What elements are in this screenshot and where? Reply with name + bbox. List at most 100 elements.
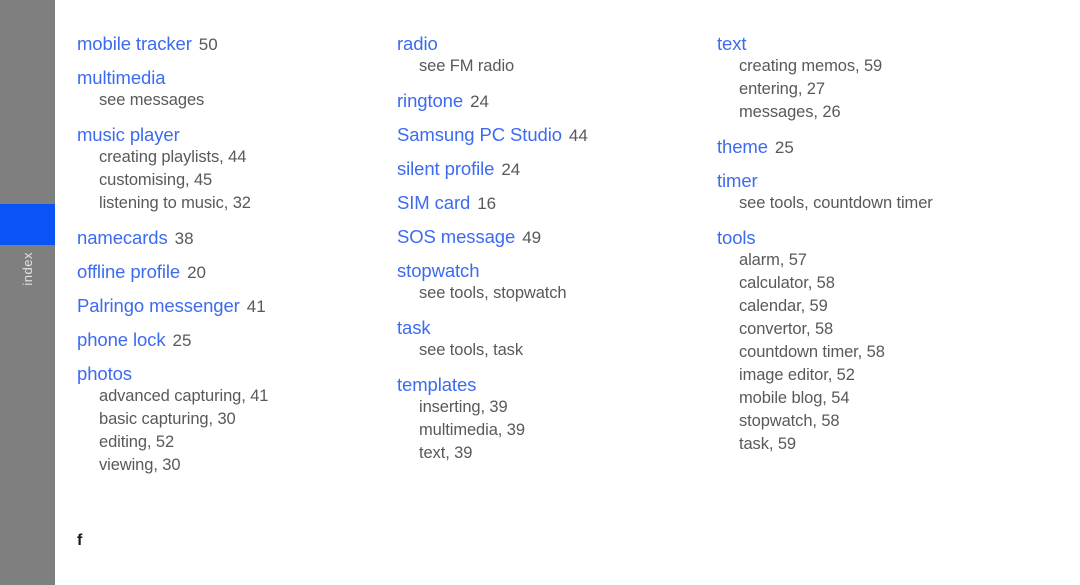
index-term[interactable]: templates <box>397 374 476 395</box>
index-term[interactable]: task <box>397 317 431 338</box>
index-term-page-number[interactable]: 38 <box>175 229 194 248</box>
index-term[interactable]: SOS message <box>397 226 515 247</box>
index-term[interactable]: tools <box>717 227 756 248</box>
index-subentry[interactable]: see tools, countdown timer <box>717 192 1037 215</box>
index-term[interactable]: radio <box>397 33 438 54</box>
index-entry-heading[interactable]: namecards 38 <box>77 226 397 249</box>
index-term[interactable]: ringtone <box>397 90 463 111</box>
index-term[interactable]: phone lock <box>77 329 166 350</box>
index-term[interactable]: timer <box>717 170 758 191</box>
index-subentry[interactable]: see tools, stopwatch <box>397 282 717 305</box>
index-column: mobile tracker 50 multimedia see messages mu… <box>77 32 397 488</box>
index-entry: mobile tracker 50 <box>77 32 397 55</box>
index-subentry[interactable]: see FM radio <box>397 55 717 78</box>
index-term[interactable]: theme <box>717 136 768 157</box>
index-subentry[interactable]: customising, 45 <box>77 169 397 192</box>
index-subentry[interactable]: see messages <box>77 89 397 112</box>
index-term[interactable]: mobile tracker <box>77 33 192 54</box>
index-term-page-number[interactable]: 25 <box>775 138 794 157</box>
index-entry-heading[interactable]: Samsung PC Studio 44 <box>397 123 717 146</box>
index-entry: theme 25 <box>717 135 1037 158</box>
index-term[interactable]: multimedia <box>77 67 166 88</box>
index-entry-heading[interactable]: ringtone 24 <box>397 89 717 112</box>
index-columns: mobile tracker 50 multimedia see messages mu… <box>77 32 1037 488</box>
index-entry: templates inserting, 39 multimedia, 39 text… <box>397 373 717 465</box>
index-subentry[interactable]: text, 39 <box>397 442 717 465</box>
index-subentry[interactable]: image editor, 52 <box>717 364 1037 387</box>
index-subentry[interactable]: creating memos, 59 <box>717 55 1037 78</box>
index-subentry-list: creating playlists, 44 customising, 45 lis… <box>77 146 397 215</box>
index-entry: offline profile 20 <box>77 260 397 283</box>
index-term-page-number[interactable]: 16 <box>477 194 496 213</box>
index-subentry[interactable]: viewing, 30 <box>77 454 397 477</box>
index-entry-heading[interactable]: phone lock 25 <box>77 328 397 351</box>
index-tab-marker[interactable] <box>0 204 55 245</box>
index-term[interactable]: text <box>717 33 747 54</box>
index-entry-heading[interactable]: Palringo messenger 41 <box>77 294 397 317</box>
index-subentry[interactable]: stopwatch, 58 <box>717 410 1037 433</box>
index-subentry[interactable]: alarm, 57 <box>717 249 1037 272</box>
index-subentry[interactable]: basic capturing, 30 <box>77 408 397 431</box>
index-entry: music player creating playlists, 44 custom… <box>77 123 397 215</box>
index-entry: radio see FM radio <box>397 32 717 78</box>
index-entry: timer see tools, countdown timer <box>717 169 1037 215</box>
sidebar-section-label: index <box>0 252 55 322</box>
index-subentry[interactable]: creating playlists, 44 <box>77 146 397 169</box>
index-subentry-list: see tools, stopwatch <box>397 282 717 305</box>
index-entry: silent profile 24 <box>397 157 717 180</box>
index-page: mobile tracker 50 multimedia see messages mu… <box>55 0 1080 585</box>
index-entry: tools alarm, 57 calculator, 58 calendar, 59… <box>717 226 1037 456</box>
index-term[interactable]: Palringo messenger <box>77 295 240 316</box>
index-entry-heading[interactable]: SIM card 16 <box>397 191 717 214</box>
index-subentry[interactable]: multimedia, 39 <box>397 419 717 442</box>
index-entry-heading[interactable]: photos <box>77 362 397 385</box>
index-term[interactable]: Samsung PC Studio <box>397 124 562 145</box>
index-subentry[interactable]: editing, 52 <box>77 431 397 454</box>
index-term-page-number[interactable]: 24 <box>501 160 520 179</box>
index-term[interactable]: photos <box>77 363 132 384</box>
index-entry-heading[interactable]: multimedia <box>77 66 397 89</box>
index-term-page-number[interactable]: 50 <box>199 35 218 54</box>
index-subentry[interactable]: countdown timer, 58 <box>717 341 1037 364</box>
index-subentry[interactable]: entering, 27 <box>717 78 1037 101</box>
index-subentry[interactable]: advanced capturing, 41 <box>77 385 397 408</box>
index-entry-heading[interactable]: task <box>397 316 717 339</box>
index-entry-heading[interactable]: timer <box>717 169 1037 192</box>
index-entry-heading[interactable]: tools <box>717 226 1037 249</box>
index-subentry[interactable]: inserting, 39 <box>397 396 717 419</box>
index-term[interactable]: offline profile <box>77 261 180 282</box>
index-term-page-number[interactable]: 25 <box>172 331 191 350</box>
index-entry-heading[interactable]: text <box>717 32 1037 55</box>
index-entry-heading[interactable]: offline profile 20 <box>77 260 397 283</box>
index-subentry[interactable]: mobile blog, 54 <box>717 387 1037 410</box>
index-entry-heading[interactable]: theme 25 <box>717 135 1037 158</box>
index-term[interactable]: silent profile <box>397 158 494 179</box>
index-term[interactable]: SIM card <box>397 192 470 213</box>
index-entry: namecards 38 <box>77 226 397 249</box>
index-subentry[interactable]: messages, 26 <box>717 101 1037 124</box>
index-term-page-number[interactable]: 24 <box>470 92 489 111</box>
index-term-page-number[interactable]: 20 <box>187 263 206 282</box>
index-term[interactable]: stopwatch <box>397 260 480 281</box>
index-entry-heading[interactable]: silent profile 24 <box>397 157 717 180</box>
index-term-page-number[interactable]: 44 <box>569 126 588 145</box>
index-term[interactable]: namecards <box>77 227 168 248</box>
index-subentry[interactable]: convertor, 58 <box>717 318 1037 341</box>
index-subentry[interactable]: listening to music, 32 <box>77 192 397 215</box>
index-entry-heading[interactable]: music player <box>77 123 397 146</box>
index-entry-heading[interactable]: templates <box>397 373 717 396</box>
index-subentry[interactable]: calendar, 59 <box>717 295 1037 318</box>
index-subentry-list: see tools, countdown timer <box>717 192 1037 215</box>
index-term[interactable]: music player <box>77 124 180 145</box>
index-column: text creating memos, 59 entering, 27 messag… <box>717 32 1037 467</box>
index-subentry[interactable]: see tools, task <box>397 339 717 362</box>
index-term-page-number[interactable]: 49 <box>522 228 541 247</box>
index-subentry-list: advanced capturing, 41 basic capturing, 3… <box>77 385 397 477</box>
index-subentry[interactable]: task, 59 <box>717 433 1037 456</box>
index-entry-heading[interactable]: radio <box>397 32 717 55</box>
index-subentry[interactable]: calculator, 58 <box>717 272 1037 295</box>
index-entry-heading[interactable]: mobile tracker 50 <box>77 32 397 55</box>
index-term-page-number[interactable]: 41 <box>247 297 266 316</box>
index-entry-heading[interactable]: stopwatch <box>397 259 717 282</box>
index-entry-heading[interactable]: SOS message 49 <box>397 225 717 248</box>
